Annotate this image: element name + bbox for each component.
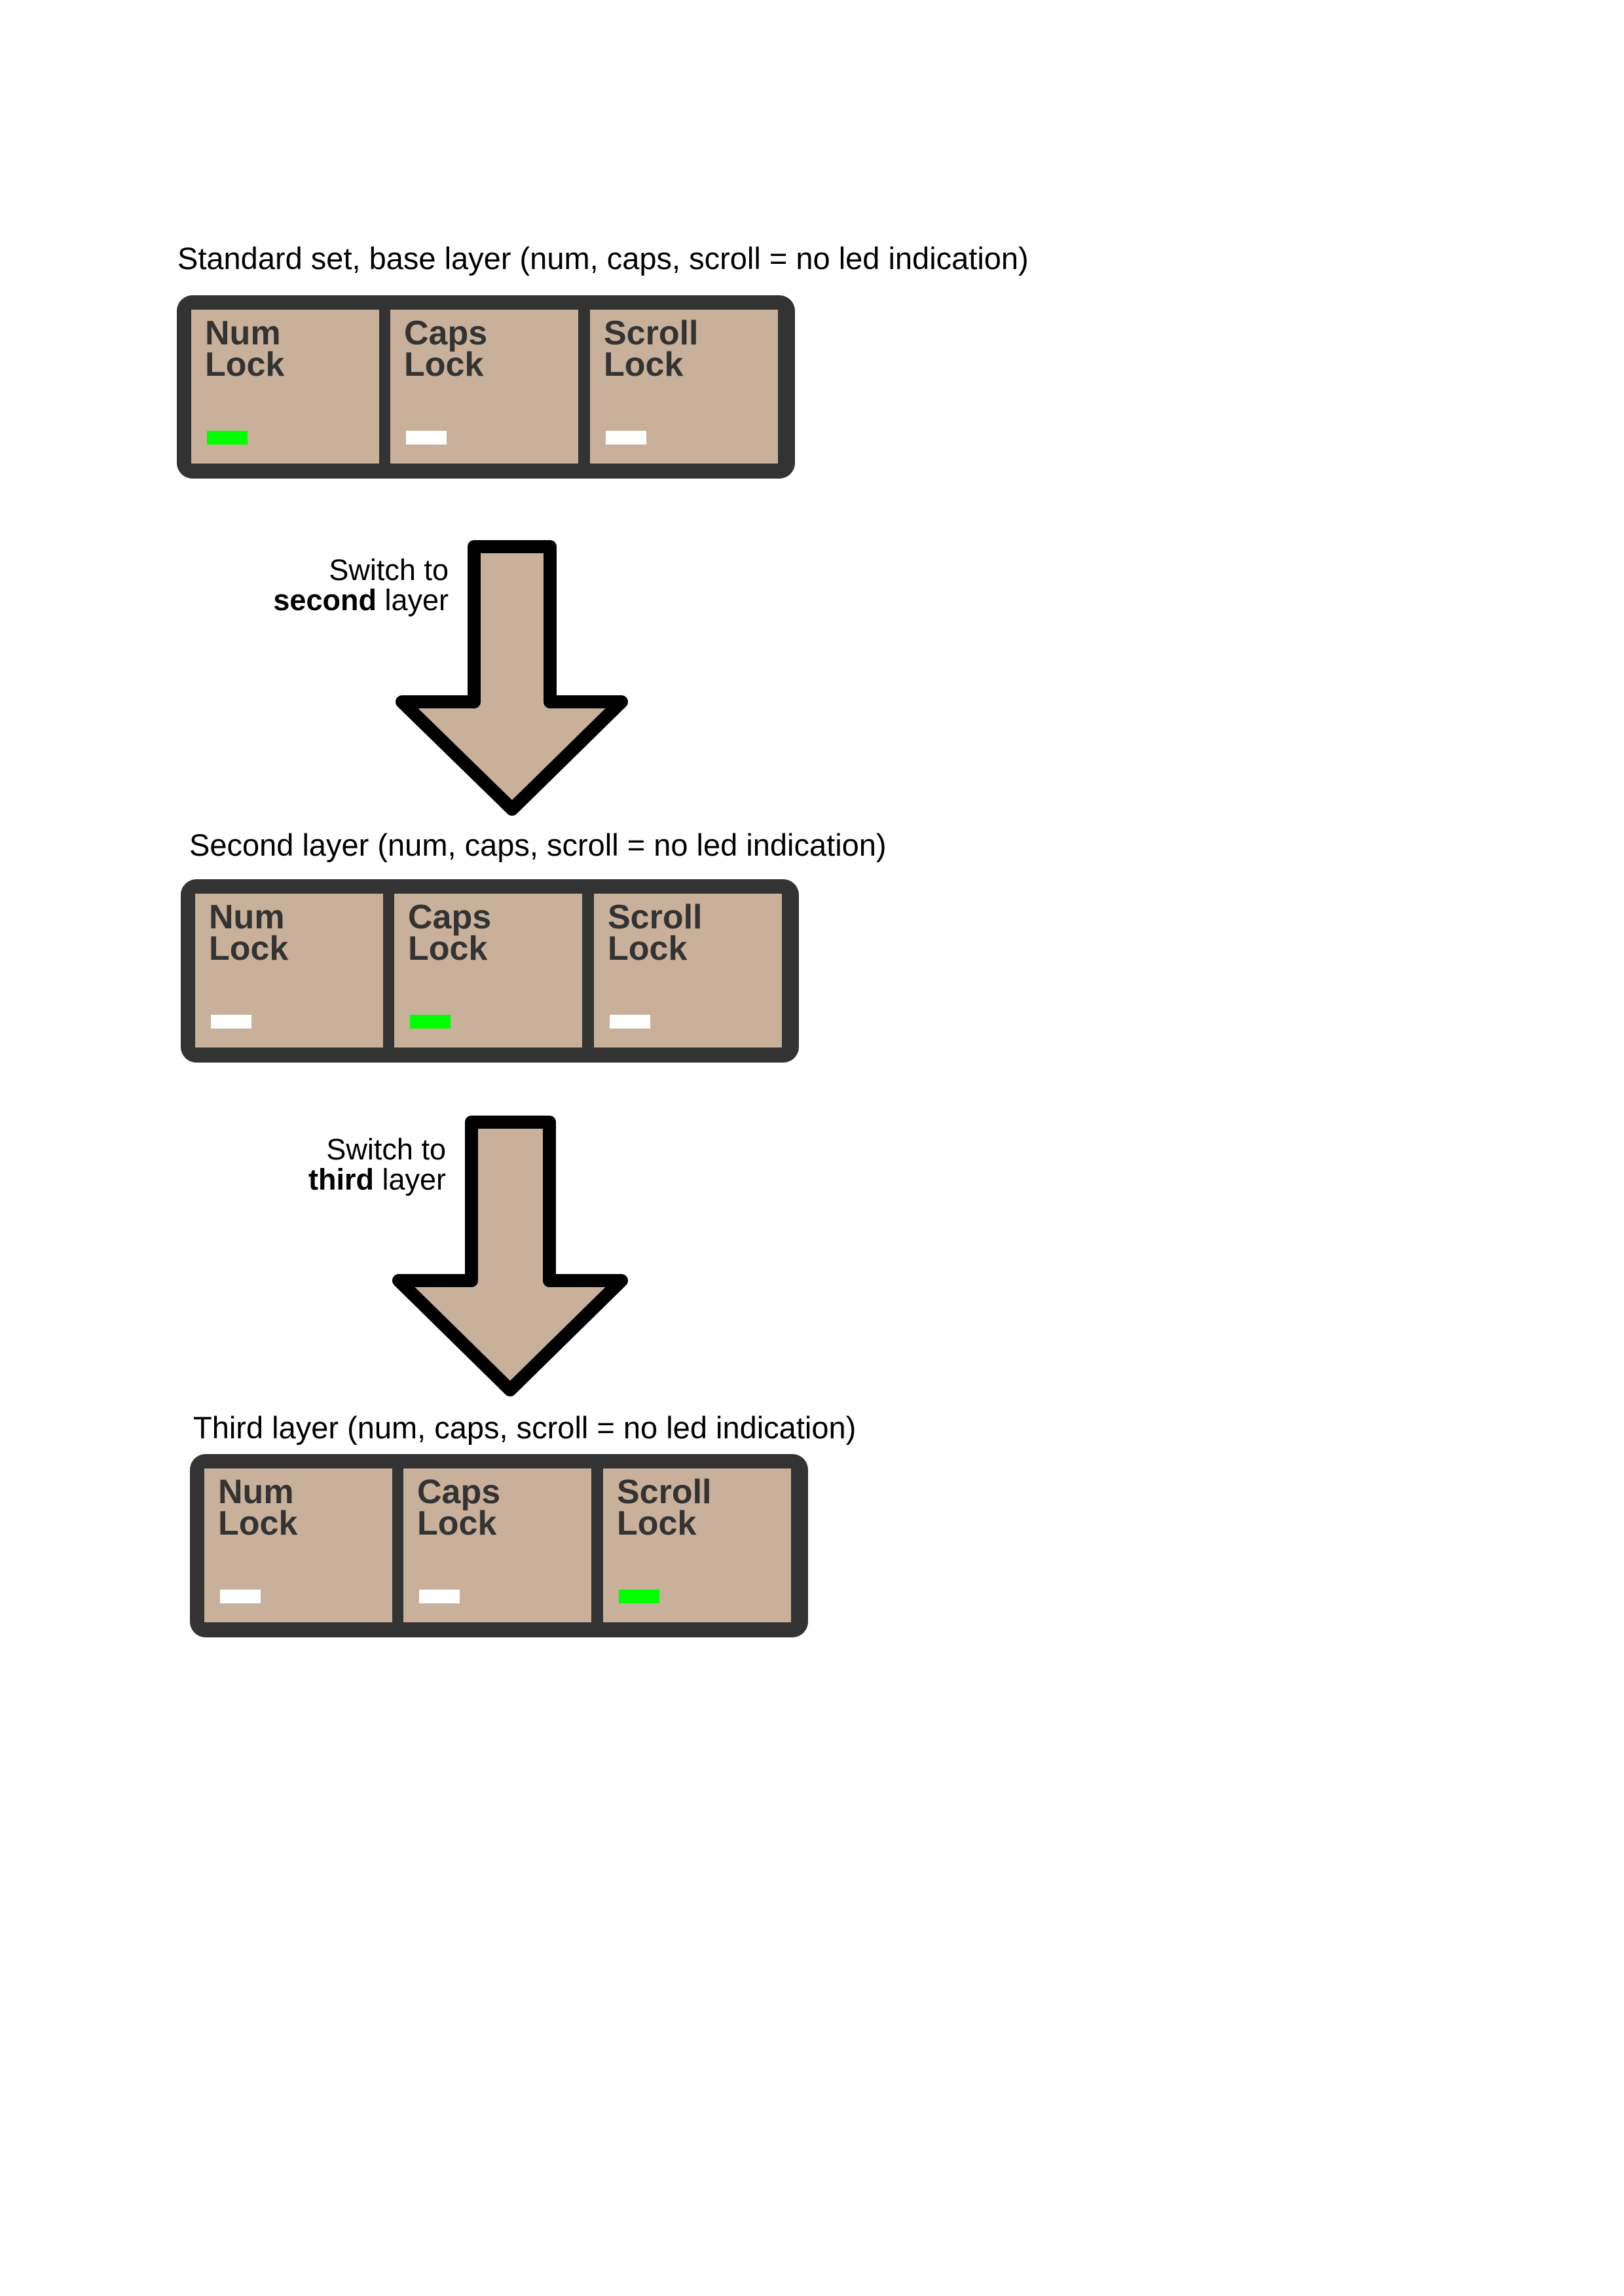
layer-3-indicator-panel: Num Lock Caps Lock Scroll Lock: [190, 1454, 808, 1637]
led-indicator: [419, 1590, 460, 1603]
key-label: Num Lock: [209, 898, 289, 968]
key-label: Caps Lock: [417, 1473, 501, 1542]
key-caps-lock: Caps Lock: [394, 894, 582, 1048]
arrow-1-shape: [396, 540, 628, 816]
key-label: Num Lock: [218, 1473, 298, 1542]
key-caps-lock: Caps Lock: [403, 1468, 591, 1622]
key-label: Caps Lock: [408, 898, 492, 968]
led-indicator: [410, 1015, 451, 1029]
transition-2-label: Switch to third layer: [308, 1133, 446, 1196]
key-scroll-lock: Scroll Lock: [594, 894, 782, 1048]
led-indicator: [211, 1015, 251, 1029]
layer-3-title: Third layer (num, caps, scroll = no led …: [193, 1410, 857, 1445]
key-num-lock: Num Lock: [195, 894, 383, 1048]
down-arrow-icon: [392, 540, 628, 1396]
layer-2-indicator-panel: Num Lock Caps Lock Scroll Lock: [181, 879, 799, 1063]
key-scroll-lock: Scroll Lock: [603, 1468, 791, 1622]
led-indicator: [619, 1590, 659, 1603]
led-indicator: [220, 1590, 261, 1603]
key-label: Scroll Lock: [608, 898, 703, 968]
layer-2-title: Second layer (num, caps, scroll = no led…: [189, 828, 887, 862]
key-num-lock: Num Lock: [204, 1468, 392, 1622]
key-label: Scroll Lock: [617, 1473, 712, 1542]
led-indicator: [610, 1015, 650, 1029]
